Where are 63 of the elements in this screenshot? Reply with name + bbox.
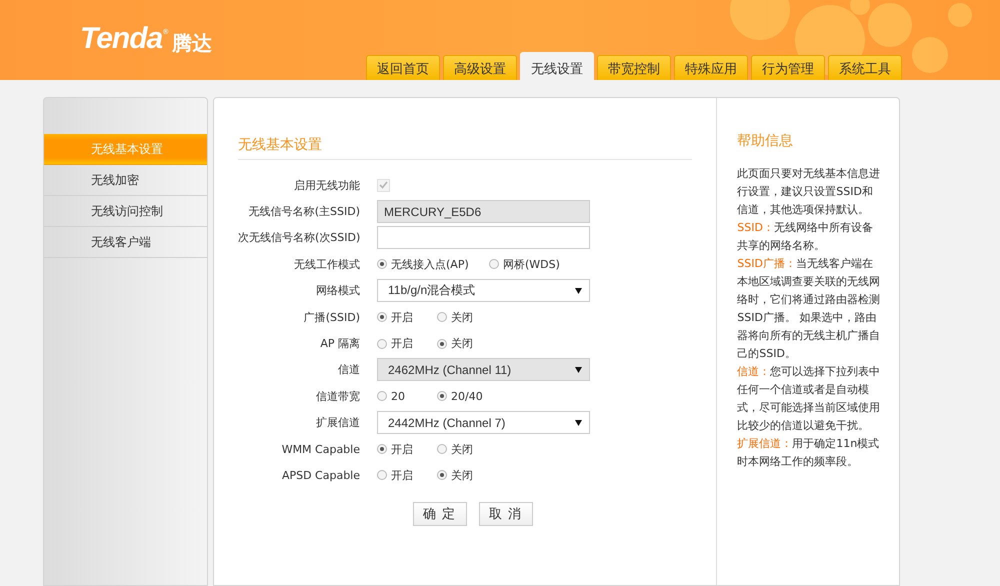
help-paragraph: 信道：您可以选择下拉列表中任何一个信道或者是自动模式，尽可能选择当前区域使用比较少的信道以避免干扰。	[737, 364, 881, 434]
field-label: 次无线信号名称(次SSID)	[238, 230, 362, 246]
radio-option[interactable]: 关闭	[437, 336, 497, 352]
sidebar-item[interactable]: 无线客户端	[44, 227, 207, 258]
form-button[interactable]: 取 消	[478, 502, 533, 526]
radio-icon[interactable]	[437, 338, 447, 349]
nav-tab[interactable]: 带宽控制	[597, 55, 671, 80]
field-label: 启用无线功能	[293, 178, 361, 193]
radio-icon[interactable]	[377, 391, 387, 402]
nav-tab[interactable]: 特殊应用	[674, 55, 748, 80]
brand-logo: Tenda	[80, 22, 162, 56]
sidebar-item[interactable]: 无线加密	[44, 165, 207, 196]
help-title: 帮助信息	[737, 132, 794, 150]
radio-icon[interactable]	[377, 470, 387, 480]
field-label: APSD Capable	[280, 468, 361, 482]
caret-icon	[575, 366, 582, 373]
radio-icon[interactable]	[437, 312, 447, 322]
radio-icon[interactable]	[377, 444, 387, 454]
field-label: 信道带宽	[315, 388, 361, 404]
radio-icon[interactable]	[437, 391, 447, 402]
nav-tab[interactable]: 返回首页	[366, 55, 440, 80]
text-field[interactable]	[377, 226, 590, 250]
radio-option[interactable]: 关闭	[437, 310, 497, 325]
radio-option[interactable]: 无线接入点(AP)	[377, 256, 489, 272]
help-paragraph: SSID：无线网络中所有设备共享的网络名称。	[737, 220, 874, 254]
radio-option[interactable]: 关闭	[437, 442, 497, 457]
form-button[interactable]: 确 定	[412, 502, 467, 526]
brand-name: 腾达	[172, 30, 212, 57]
radio-option[interactable]: 开启	[377, 468, 437, 483]
field-label: AP 隔离	[319, 336, 361, 352]
field-label: 无线信号名称(主SSID)	[248, 204, 361, 220]
radio-option[interactable]: 开启	[377, 442, 437, 457]
help-paragraph: SSID广播：当无线客户端在本地区域调查要关联的无线网络时，它们将通过路由器检测SSID广播。 如果选中，路由器将向所有的无线主机广播自己的SSID。	[737, 256, 881, 362]
radio-option[interactable]: 开启	[377, 310, 437, 325]
dropdown[interactable]: 2442MHz (Channel 7)	[377, 411, 590, 434]
caret-icon	[575, 288, 582, 294]
radio-option[interactable]: 20/40	[437, 390, 497, 403]
radio-icon[interactable]	[437, 470, 447, 480]
field-label: 扩展信道	[315, 415, 361, 430]
field-label: 广播(SSID)	[302, 310, 361, 325]
dropdown[interactable]: 11b/g/n混合模式	[377, 279, 590, 302]
nav-tab[interactable]: 无线设置	[520, 52, 594, 80]
field-label: WMM Capable	[280, 442, 361, 456]
radio-icon[interactable]	[377, 312, 387, 322]
sidebar-item[interactable]: 无线访问控制	[44, 196, 207, 227]
radio-icon[interactable]	[489, 259, 499, 270]
nav-tab[interactable]: 系统工具	[828, 55, 902, 80]
section-title: 无线基本设置	[238, 136, 692, 160]
radio-icon[interactable]	[437, 444, 447, 454]
radio-option[interactable]: 开启	[377, 336, 437, 352]
help-paragraph: 扩展信道：用于确定11n模式时本网络工作的频率段。	[737, 436, 880, 470]
radio-option[interactable]: 网桥(WDS)	[489, 256, 560, 272]
nav-tab[interactable]: 行为管理	[751, 55, 825, 80]
radio-option[interactable]: 关闭	[437, 468, 497, 483]
field-label: 无线工作模式	[293, 256, 361, 272]
radio-icon[interactable]	[377, 338, 387, 349]
radio-icon[interactable]	[377, 259, 387, 270]
nav-tab[interactable]: 高级设置	[443, 55, 517, 80]
radio-option[interactable]: 20	[377, 390, 437, 403]
caret-icon	[575, 420, 582, 426]
field-label: 信道	[337, 362, 361, 378]
help-paragraph: 此页面只要对无线基本信息进行设置，建议只设置SSID和信道，其他选项保持默认。	[737, 166, 881, 218]
field-label: 网络模式	[315, 283, 361, 298]
